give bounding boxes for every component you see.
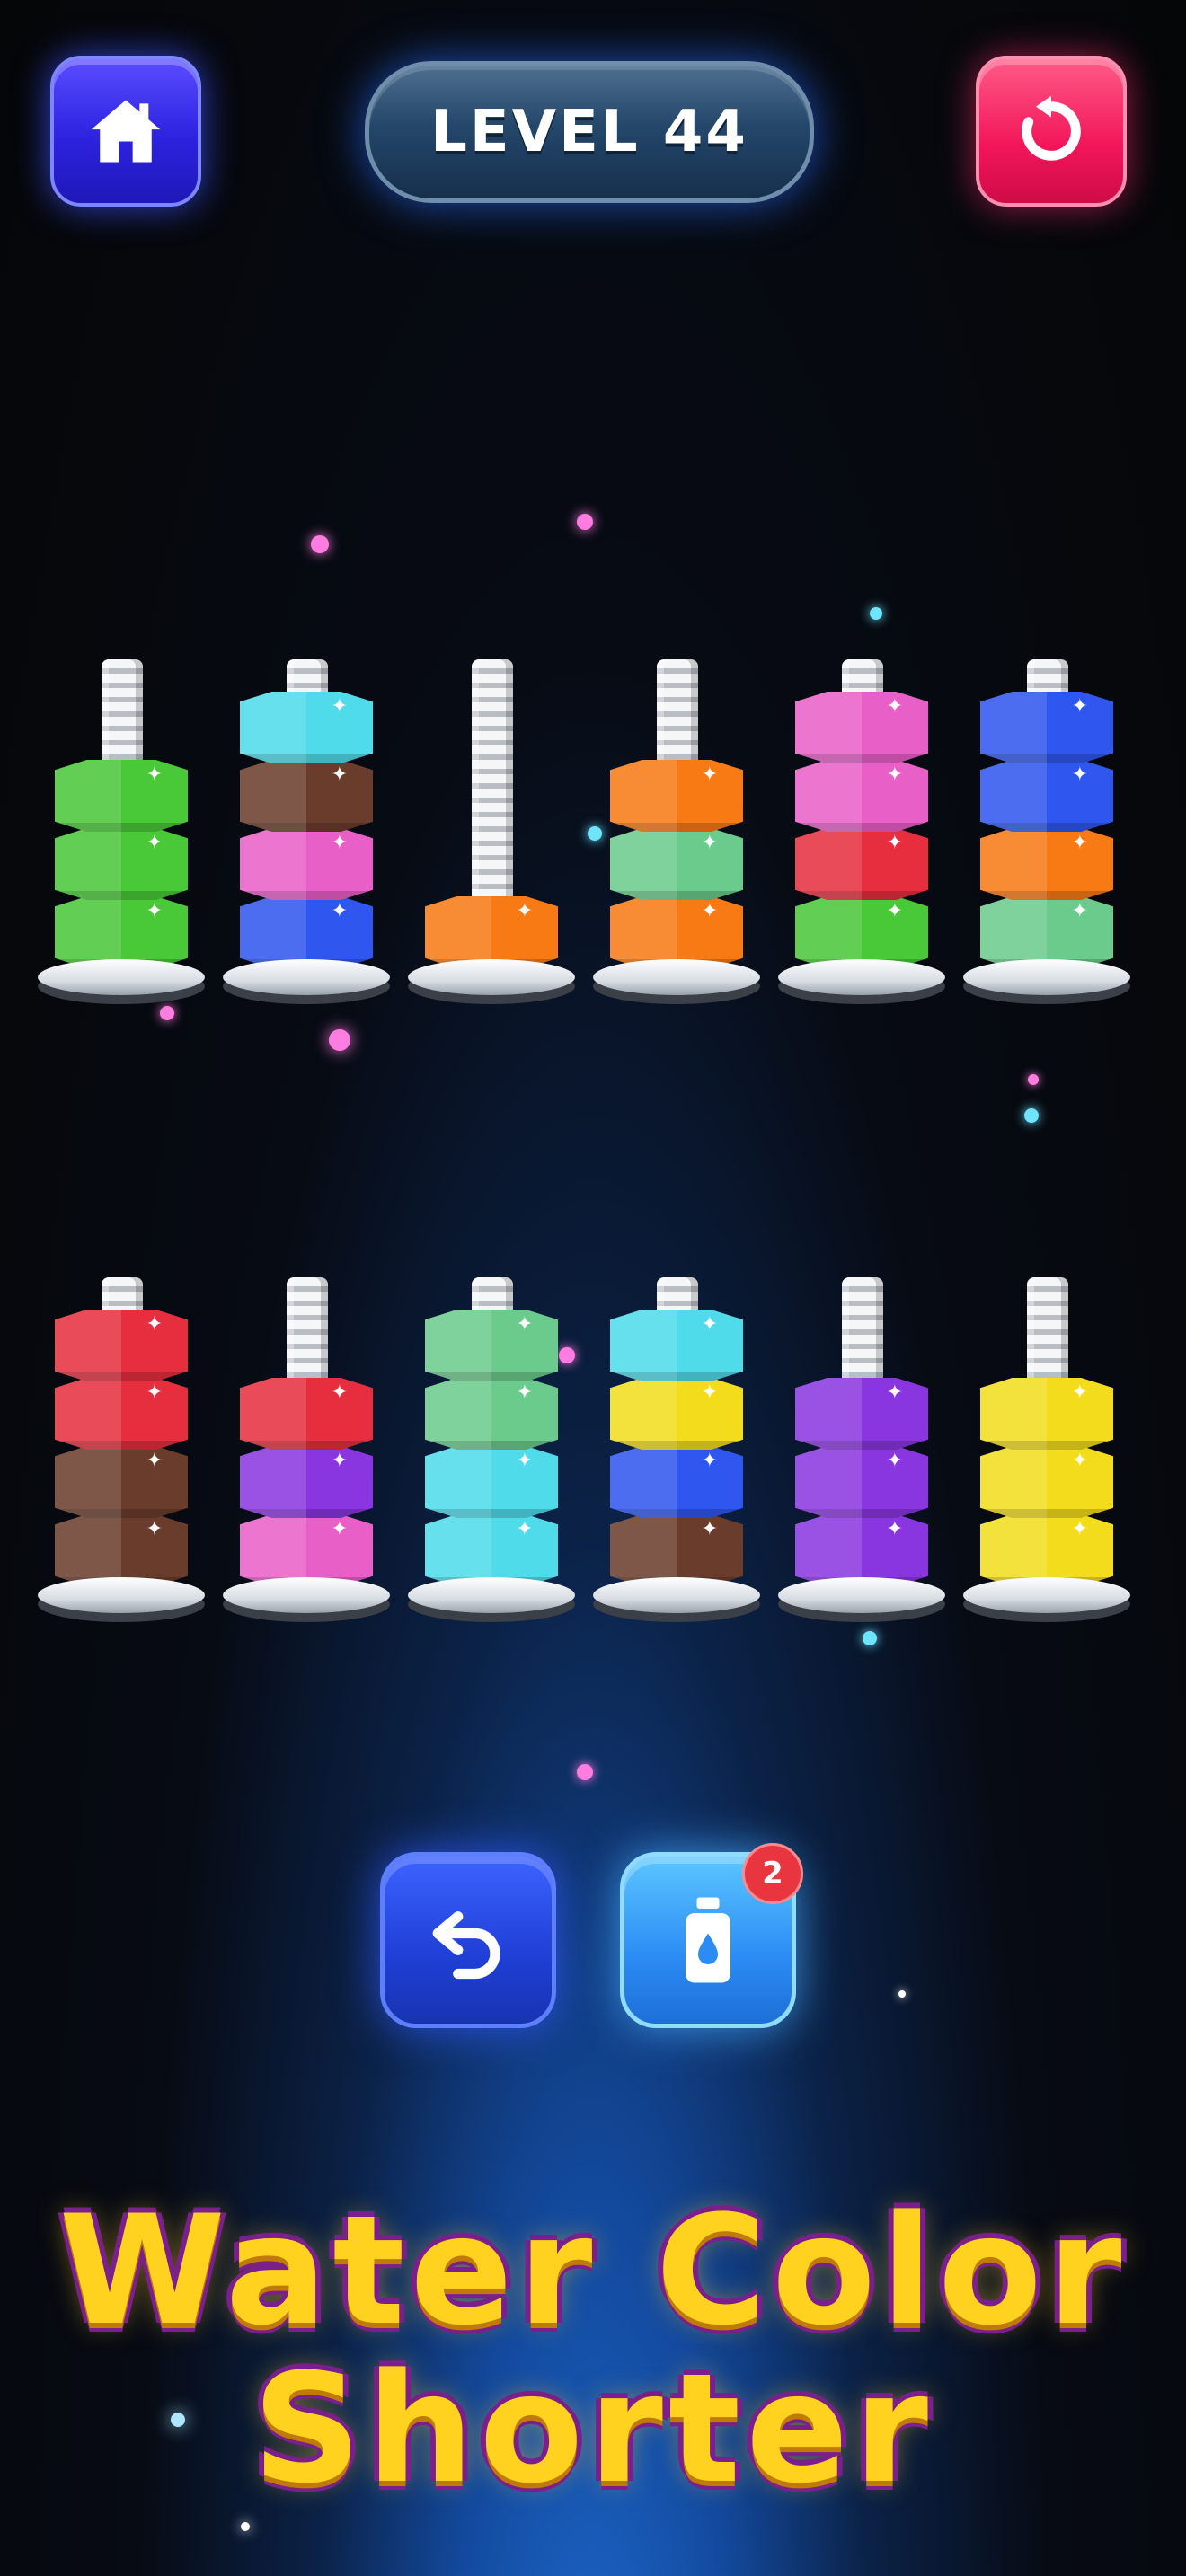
nut-brown — [55, 1446, 188, 1518]
restart-button[interactable] — [976, 56, 1127, 207]
nut-purple — [795, 1446, 928, 1518]
rack-4[interactable] — [588, 600, 767, 995]
nut-pink — [240, 828, 373, 900]
level-indicator: LEVEL 44 — [365, 61, 814, 203]
sparkle — [577, 1764, 593, 1780]
rack-3[interactable] — [403, 600, 582, 995]
home-button[interactable] — [50, 56, 201, 207]
nut-yellow — [980, 1378, 1113, 1450]
nut-purple — [795, 1378, 928, 1450]
nut-pink — [240, 1514, 373, 1586]
rack-11[interactable] — [773, 1218, 952, 1613]
booster-count-badge: 2 — [742, 1843, 803, 1904]
nut-orange — [610, 896, 743, 968]
rack-base — [593, 1577, 760, 1613]
sparkle — [1028, 1074, 1039, 1085]
nut-orange — [980, 828, 1113, 900]
bottle-icon — [686, 1897, 730, 1983]
sparkle — [1024, 1108, 1039, 1123]
rack-base — [963, 959, 1130, 995]
nut-blue — [610, 1446, 743, 1518]
nut-purple — [795, 1514, 928, 1586]
nut-mint — [610, 828, 743, 900]
rack-12[interactable] — [958, 1218, 1137, 1613]
home-icon — [91, 100, 161, 163]
rack-base — [38, 959, 205, 995]
nut-green — [55, 828, 188, 900]
nut-cyan — [610, 1310, 743, 1381]
nut-red — [240, 1378, 373, 1450]
restart-icon — [1022, 95, 1081, 161]
rack-base — [223, 959, 390, 995]
rack-1[interactable] — [32, 600, 212, 995]
game-title-line1: Water Color — [58, 2183, 1128, 2359]
nut-red — [55, 1310, 188, 1381]
rack-base — [408, 1577, 575, 1613]
nut-green — [55, 760, 188, 832]
nut-orange — [610, 760, 743, 832]
rack-9[interactable] — [403, 1218, 582, 1613]
rack-base — [778, 959, 945, 995]
nut-brown — [55, 1514, 188, 1586]
rack-base — [38, 1577, 205, 1613]
rack-base — [963, 1577, 1130, 1613]
sparkle — [863, 1631, 877, 1645]
nut-orange — [425, 896, 558, 968]
nut-mint — [425, 1378, 558, 1450]
sparkle — [241, 2522, 250, 2531]
nut-green — [55, 896, 188, 968]
rack-6[interactable] — [958, 600, 1137, 995]
nut-blue — [980, 760, 1113, 832]
sparkle — [160, 1006, 174, 1020]
nut-cyan — [425, 1514, 558, 1586]
nut-blue — [240, 896, 373, 968]
sparkle — [329, 1029, 350, 1051]
undo-icon — [432, 1911, 500, 1980]
nut-cyan — [240, 692, 373, 763]
nut-yellow — [980, 1446, 1113, 1518]
rack-5[interactable] — [773, 600, 952, 995]
nut-pink — [795, 760, 928, 832]
sparkle — [311, 535, 329, 553]
sparkle — [577, 514, 593, 530]
undo-button[interactable] — [380, 1852, 556, 2028]
rack-10[interactable] — [588, 1218, 767, 1613]
nut-red — [795, 828, 928, 900]
level-label: LEVEL 44 — [430, 99, 748, 165]
rack-base — [593, 959, 760, 995]
nut-brown — [240, 760, 373, 832]
rack-base — [223, 1577, 390, 1613]
rack-2[interactable] — [217, 600, 397, 995]
nut-pink — [795, 692, 928, 763]
nut-yellow — [980, 1514, 1113, 1586]
nut-red — [55, 1378, 188, 1450]
rack-base — [778, 1577, 945, 1613]
rack-base — [408, 959, 575, 995]
nut-green — [795, 896, 928, 968]
rack-7[interactable] — [32, 1218, 212, 1613]
sparkle — [898, 1990, 906, 1998]
nut-yellow — [610, 1378, 743, 1450]
game-title-line2: Shorter — [252, 2341, 934, 2517]
nut-brown — [610, 1514, 743, 1586]
nut-mint — [980, 896, 1113, 968]
nut-blue — [980, 692, 1113, 763]
rack-8[interactable] — [217, 1218, 397, 1613]
nut-cyan — [425, 1446, 558, 1518]
nut-mint — [425, 1310, 558, 1381]
nut-purple — [240, 1446, 373, 1518]
